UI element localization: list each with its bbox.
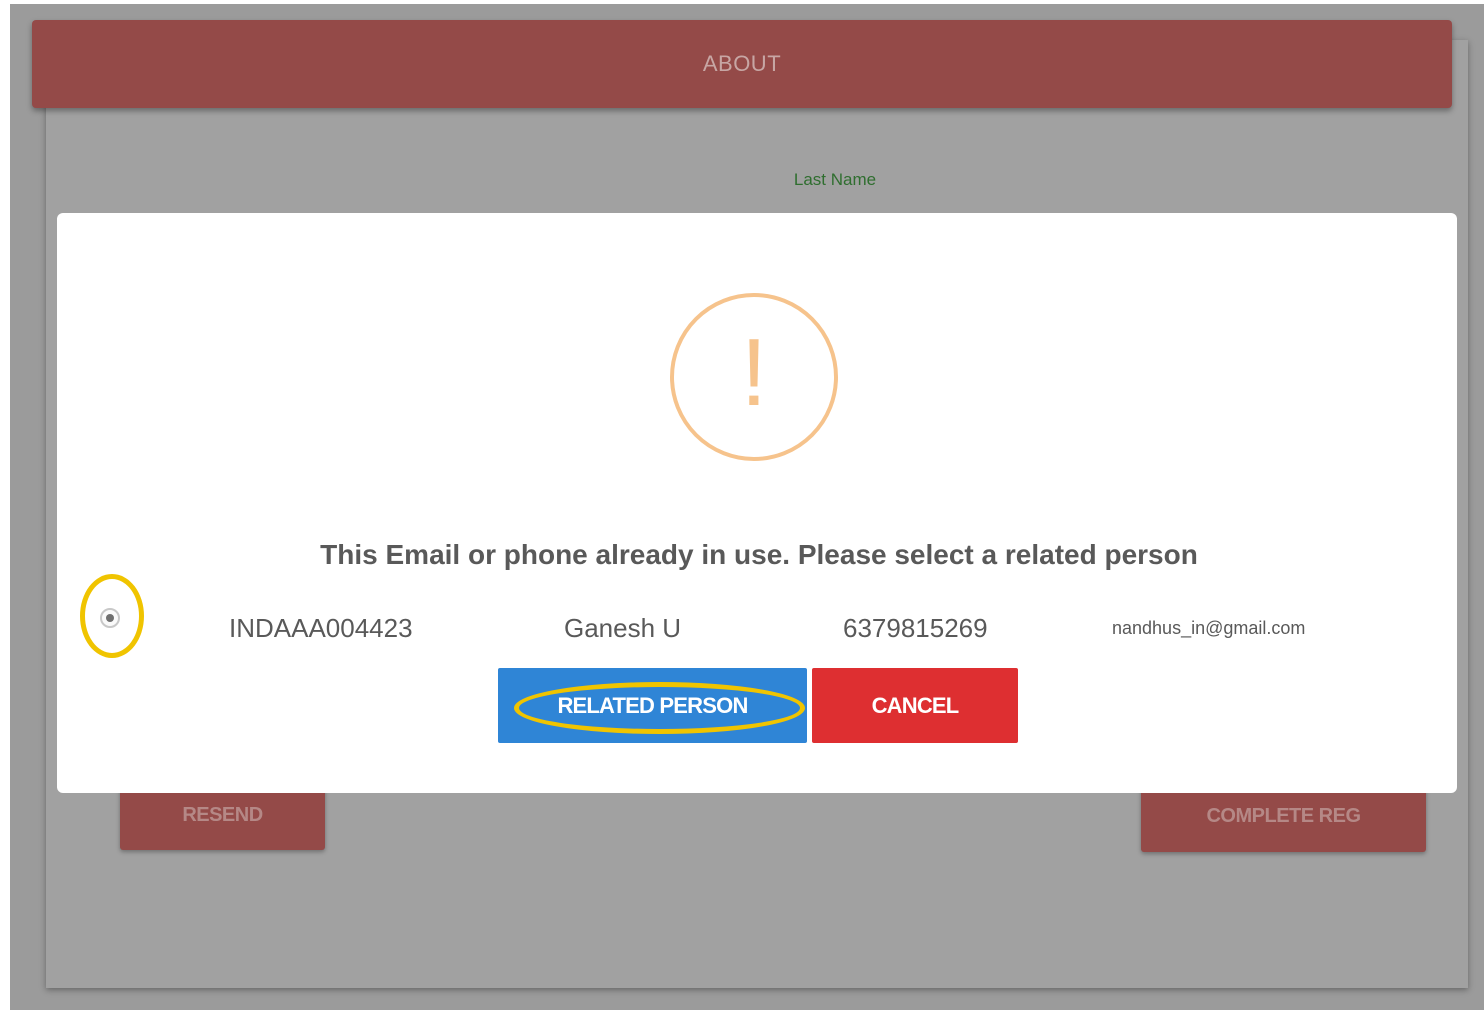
person-phone: 6379815269 xyxy=(843,613,988,643)
exclamation-warning-icon: ! xyxy=(670,293,838,461)
modal-title: This Email or phone already in use. Plea… xyxy=(320,539,1198,570)
related-person-row[interactable]: INDAAA004423 Ganesh U 6379815269 nandhus… xyxy=(57,574,1457,658)
related-person-button[interactable]: RELATED PERSON xyxy=(498,668,807,743)
resend-button-label: RESEND xyxy=(182,803,263,826)
radio-selected-dot xyxy=(106,614,114,622)
last-name-label: Last Name xyxy=(793,170,877,189)
viewport: ABOUT Last Name RESEND COMPLETE REG ! Th… xyxy=(0,0,1484,1010)
cancel-button-label: CANCEL xyxy=(871,692,960,718)
cancel-button[interactable]: CANCEL xyxy=(812,668,1018,743)
exclamation-mark: ! xyxy=(740,319,768,426)
about-header-label: ABOUT xyxy=(702,51,782,76)
complete-reg-button-label: COMPLETE REG xyxy=(1206,804,1361,827)
related-button-highlight-annotation xyxy=(514,682,805,734)
about-header[interactable]: ABOUT xyxy=(32,20,1452,108)
related-person-modal: ! This Email or phone already in use. Pl… xyxy=(57,213,1457,793)
person-email: nandhus_in@gmail.com xyxy=(1112,618,1306,638)
person-select-radio[interactable] xyxy=(100,608,120,628)
person-id: INDAAA004423 xyxy=(229,613,413,643)
person-name: Ganesh U xyxy=(564,613,682,643)
